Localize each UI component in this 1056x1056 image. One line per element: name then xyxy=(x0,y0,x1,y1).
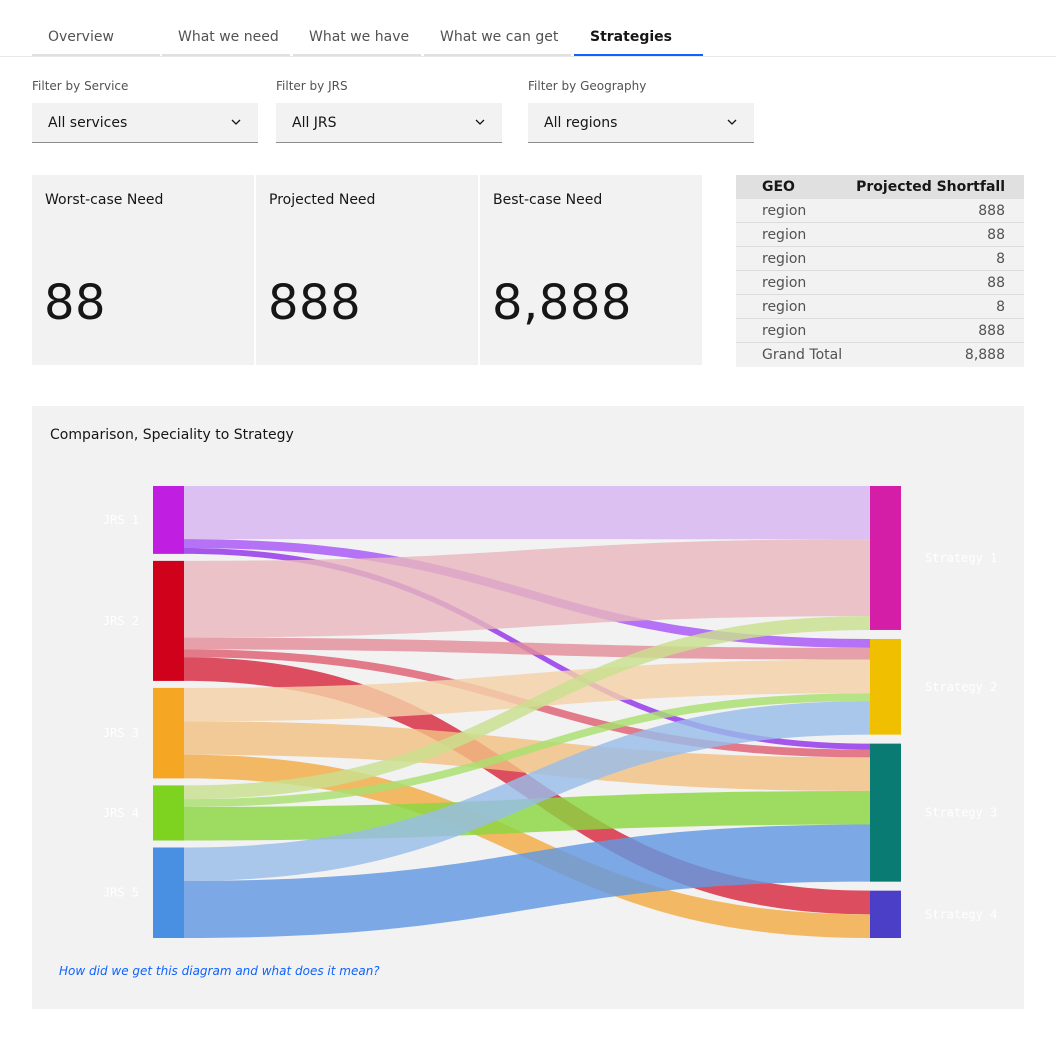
shortfall-cell: 888 xyxy=(978,322,1005,339)
shortfall-cell: 8 xyxy=(996,250,1005,267)
tab-what-we-need[interactable]: What we need xyxy=(162,18,290,56)
filter-jrs: Filter by JRS All JRS xyxy=(276,79,502,143)
shortfall-cell: 88 xyxy=(987,226,1005,243)
kpi-value: 8,888 xyxy=(492,275,632,331)
geo-shortfall-table: GEO Projected Shortfall region 888 region… xyxy=(736,175,1024,367)
tab-label: What we can get xyxy=(440,29,559,45)
tab-overview[interactable]: Overview xyxy=(32,18,160,56)
kpi-worst-case: Worst-case Need 88 xyxy=(32,175,254,365)
filter-jrs-label: Filter by JRS xyxy=(276,79,348,93)
service-dropdown[interactable]: All services xyxy=(32,103,258,143)
table-header: GEO Projected Shortfall xyxy=(736,175,1024,199)
kpi-label: Best-case Need xyxy=(493,192,603,208)
geo-cell: region xyxy=(762,226,807,243)
sankey-links xyxy=(184,486,870,938)
table-row: region 8 xyxy=(736,295,1024,319)
kpi-label: Projected Need xyxy=(269,192,376,208)
chevron-down-icon xyxy=(727,119,737,125)
table-row: region 88 xyxy=(736,223,1024,247)
sankey-node-label: Strategy 4 xyxy=(925,907,997,921)
sankey-node-label: Strategy 3 xyxy=(925,806,997,820)
sankey-link[interactable] xyxy=(184,486,870,540)
shortfall-cell: 8 xyxy=(996,298,1005,315)
table-row: region 888 xyxy=(736,199,1024,223)
column-header-geo[interactable]: GEO xyxy=(762,179,795,195)
sankey-node-label: JRS 2 xyxy=(103,614,139,628)
tab-what-we-have[interactable]: What we have xyxy=(293,18,421,56)
table-row: region 88 xyxy=(736,271,1024,295)
tab-label: Strategies xyxy=(590,29,672,45)
kpi-projected: Projected Need 888 xyxy=(256,175,478,365)
service-dropdown-value: All services xyxy=(48,115,128,131)
filter-service: Filter by Service All services xyxy=(32,79,258,143)
sankey-node[interactable] xyxy=(153,486,184,554)
sankey-node[interactable] xyxy=(153,785,184,841)
sankey-node[interactable] xyxy=(153,687,184,779)
jrs-dropdown[interactable]: All JRS xyxy=(276,103,502,143)
chevron-down-icon xyxy=(231,119,241,125)
tab-what-we-can-get[interactable]: What we can get xyxy=(424,18,571,56)
table-row: region 8 xyxy=(736,247,1024,271)
total-value: 8,888 xyxy=(964,347,1005,363)
sankey-node-label: JRS 1 xyxy=(103,513,139,527)
filter-geography-label: Filter by Geography xyxy=(528,79,647,93)
sankey-node-label: JRS 5 xyxy=(103,886,139,900)
shortfall-cell: 88 xyxy=(987,274,1005,291)
column-header-shortfall[interactable]: Projected Shortfall xyxy=(856,179,1005,195)
kpi-best-case: Best-case Need 8,888 xyxy=(480,175,702,365)
kpi-value: 888 xyxy=(268,275,362,331)
sankey-node-label: JRS 4 xyxy=(103,806,139,820)
table-total-row: Grand Total 8,888 xyxy=(736,343,1024,367)
tab-strategies[interactable]: Strategies xyxy=(574,18,703,56)
sankey-node-label: JRS 3 xyxy=(103,726,139,740)
tab-label: Overview xyxy=(48,29,114,45)
filter-geography: Filter by Geography All regions xyxy=(528,79,754,143)
geo-cell: region xyxy=(762,298,807,315)
geography-dropdown[interactable]: All regions xyxy=(528,103,754,143)
geo-cell: region xyxy=(762,274,807,291)
sankey-node[interactable] xyxy=(870,486,901,630)
sankey-card: Comparison, Speciality to Strategy JRS 1… xyxy=(32,406,1024,1009)
geo-cell: region xyxy=(762,250,807,267)
total-label: Grand Total xyxy=(762,347,843,363)
sankey-node[interactable] xyxy=(153,560,184,681)
diagram-help-link[interactable]: How did we get this diagram and what doe… xyxy=(59,964,380,978)
sankey-node-label: Strategy 1 xyxy=(925,551,997,565)
sankey-node[interactable] xyxy=(153,847,184,938)
geo-cell: region xyxy=(762,322,807,339)
tab-label: What we need xyxy=(178,29,279,45)
tab-label: What we have xyxy=(309,29,410,45)
chevron-down-icon xyxy=(475,119,485,125)
kpi-label: Worst-case Need xyxy=(45,192,164,208)
sankey-node[interactable] xyxy=(870,743,901,882)
sankey-node[interactable] xyxy=(870,638,901,735)
kpi-value: 88 xyxy=(44,275,107,331)
sankey-diagram: JRS 1 JRS 2 JRS 3 JRS 4 JRS 5 Strategy 1 Strat… xyxy=(103,486,997,938)
geo-cell: region xyxy=(762,202,807,219)
geography-dropdown-value: All regions xyxy=(544,115,618,131)
shortfall-cell: 888 xyxy=(978,202,1005,219)
tab-bar: Overview What we need What we have What … xyxy=(32,18,1022,58)
sankey-node[interactable] xyxy=(870,890,901,938)
jrs-dropdown-value: All JRS xyxy=(292,115,337,131)
table-row: region 888 xyxy=(736,319,1024,343)
sankey-node-label: Strategy 2 xyxy=(925,680,997,694)
filter-service-label: Filter by Service xyxy=(32,79,129,93)
